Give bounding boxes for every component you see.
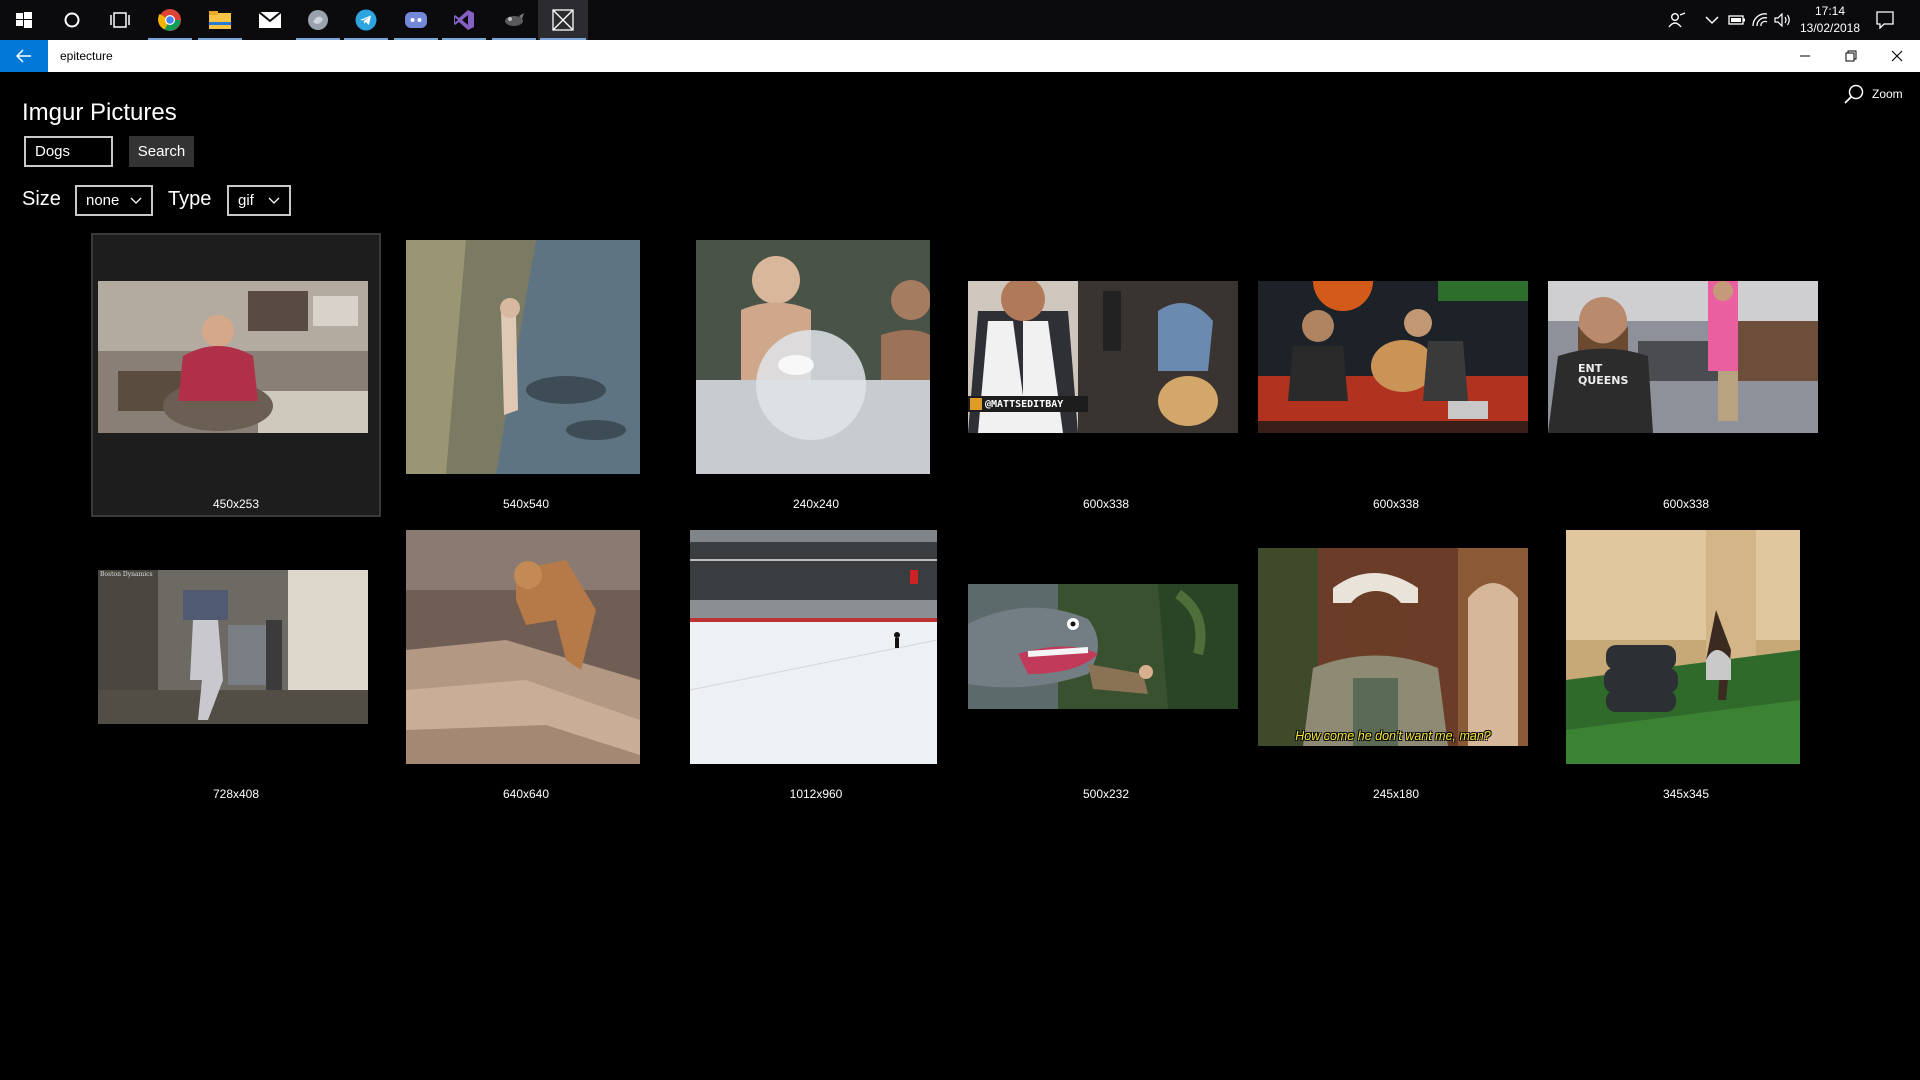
image-size-label: 450x253: [212, 497, 260, 511]
telegram-icon[interactable]: [342, 0, 390, 40]
arrow-left-icon: [16, 49, 31, 63]
image-thumbnail: [98, 281, 368, 433]
page-title: Imgur Pictures: [22, 99, 177, 126]
image-thumbnail: [406, 240, 640, 474]
app-icon[interactable]: [294, 0, 342, 40]
battery-icon[interactable]: [1728, 0, 1746, 40]
type-label: Type: [168, 188, 212, 210]
image-tile[interactable]: 345x345: [1541, 523, 1831, 813]
chevron-down-icon: [130, 197, 142, 204]
app-icon-2[interactable]: [490, 0, 538, 40]
action-center-icon[interactable]: [1876, 0, 1894, 40]
start-icon[interactable]: [0, 0, 48, 40]
image-thumbnail: [406, 530, 640, 764]
task-view-icon[interactable]: [96, 0, 144, 40]
image-size-label: 640x640: [502, 787, 550, 801]
search-input[interactable]: [24, 136, 113, 167]
image-caption: @MATTSEDITBAY: [985, 399, 1064, 410]
image-size-label: 600x338: [1662, 497, 1710, 511]
image-tile[interactable]: @MATTSEDITBAY 600x338: [961, 233, 1251, 523]
restore-button[interactable]: [1828, 40, 1874, 72]
image-tile[interactable]: 600x338: [1251, 233, 1541, 523]
restore-icon: [1845, 50, 1857, 62]
chevron-up-icon[interactable]: [1705, 0, 1719, 40]
minimize-button[interactable]: [1782, 40, 1828, 72]
image-tile[interactable]: 500x232: [961, 523, 1251, 813]
chrome-icon[interactable]: [146, 0, 194, 40]
discord-icon[interactable]: [392, 0, 440, 40]
image-caption: ENT QUEENS: [1578, 362, 1629, 387]
image-size-label: 500x232: [1082, 787, 1130, 801]
image-thumbnail: [968, 584, 1238, 709]
zoom-button[interactable]: Zoom: [1844, 84, 1903, 104]
image-thumbnail: How come he don't want me, man?: [1258, 548, 1528, 746]
image-size-label: 245x180: [1372, 787, 1420, 801]
visual-studio-icon[interactable]: [440, 0, 488, 40]
image-size-label: 345x345: [1662, 787, 1710, 801]
image-thumbnail: ENT QUEENS: [1548, 281, 1818, 433]
image-tile[interactable]: 240x240: [671, 233, 961, 523]
size-dropdown[interactable]: none: [75, 185, 153, 216]
image-size-label: 728x408: [212, 787, 260, 801]
taskbar-clock[interactable]: 17:14 13/02/2018: [1790, 3, 1870, 37]
window-titlebar: epitecture: [0, 40, 1920, 72]
image-tile[interactable]: 540x540: [381, 233, 671, 523]
image-thumbnail: @MATTSEDITBAY: [968, 281, 1238, 433]
image-tile[interactable]: ENT QUEENS 600x338: [1541, 233, 1831, 523]
image-thumbnail: [696, 240, 930, 474]
size-dropdown-value: none: [86, 192, 120, 209]
zoom-label: Zoom: [1872, 87, 1903, 101]
image-size-label: 240x240: [792, 497, 840, 511]
chevron-down-icon: [268, 197, 280, 204]
epitecture-icon[interactable]: [538, 0, 588, 40]
image-tile[interactable]: Boston Dynamics 728x408: [91, 523, 381, 813]
window-title: epitecture: [60, 49, 113, 63]
minimize-icon: [1800, 55, 1810, 57]
image-caption: How come he don't want me, man?: [1295, 729, 1491, 743]
image-tile[interactable]: 450x253: [91, 233, 381, 517]
people-icon[interactable]: [1668, 0, 1686, 40]
cortana-icon[interactable]: [48, 0, 96, 40]
image-size-label: 540x540: [502, 497, 550, 511]
image-thumbnail: [690, 530, 937, 764]
close-icon: [1891, 50, 1903, 62]
search-button[interactable]: Search: [129, 136, 194, 167]
clock-date: 13/02/2018: [1799, 21, 1861, 35]
wifi-icon[interactable]: [1752, 0, 1768, 40]
image-thumbnail: [1258, 281, 1528, 433]
image-tile[interactable]: 640x640: [381, 523, 671, 813]
size-label: Size: [22, 188, 61, 210]
clock-time: 17:14: [1814, 4, 1846, 18]
image-caption: Boston Dynamics: [100, 571, 153, 578]
close-button[interactable]: [1874, 40, 1920, 72]
image-tile[interactable]: How come he don't want me, man? 245x180: [1251, 523, 1541, 813]
image-size-label: 600x338: [1082, 497, 1130, 511]
type-dropdown[interactable]: gif: [227, 185, 291, 216]
image-size-label: 600x338: [1372, 497, 1420, 511]
back-button[interactable]: [0, 40, 48, 72]
image-size-label: 1012x960: [789, 787, 843, 801]
taskbar: 17:14 13/02/2018: [0, 0, 1920, 40]
image-tile[interactable]: 1012x960: [671, 523, 961, 813]
image-thumbnail: Boston Dynamics: [98, 570, 368, 724]
search-icon: [1844, 84, 1864, 104]
mail-icon[interactable]: [246, 0, 294, 40]
type-dropdown-value: gif: [238, 192, 254, 209]
image-thumbnail: [1566, 530, 1800, 764]
file-explorer-icon[interactable]: [196, 0, 244, 40]
